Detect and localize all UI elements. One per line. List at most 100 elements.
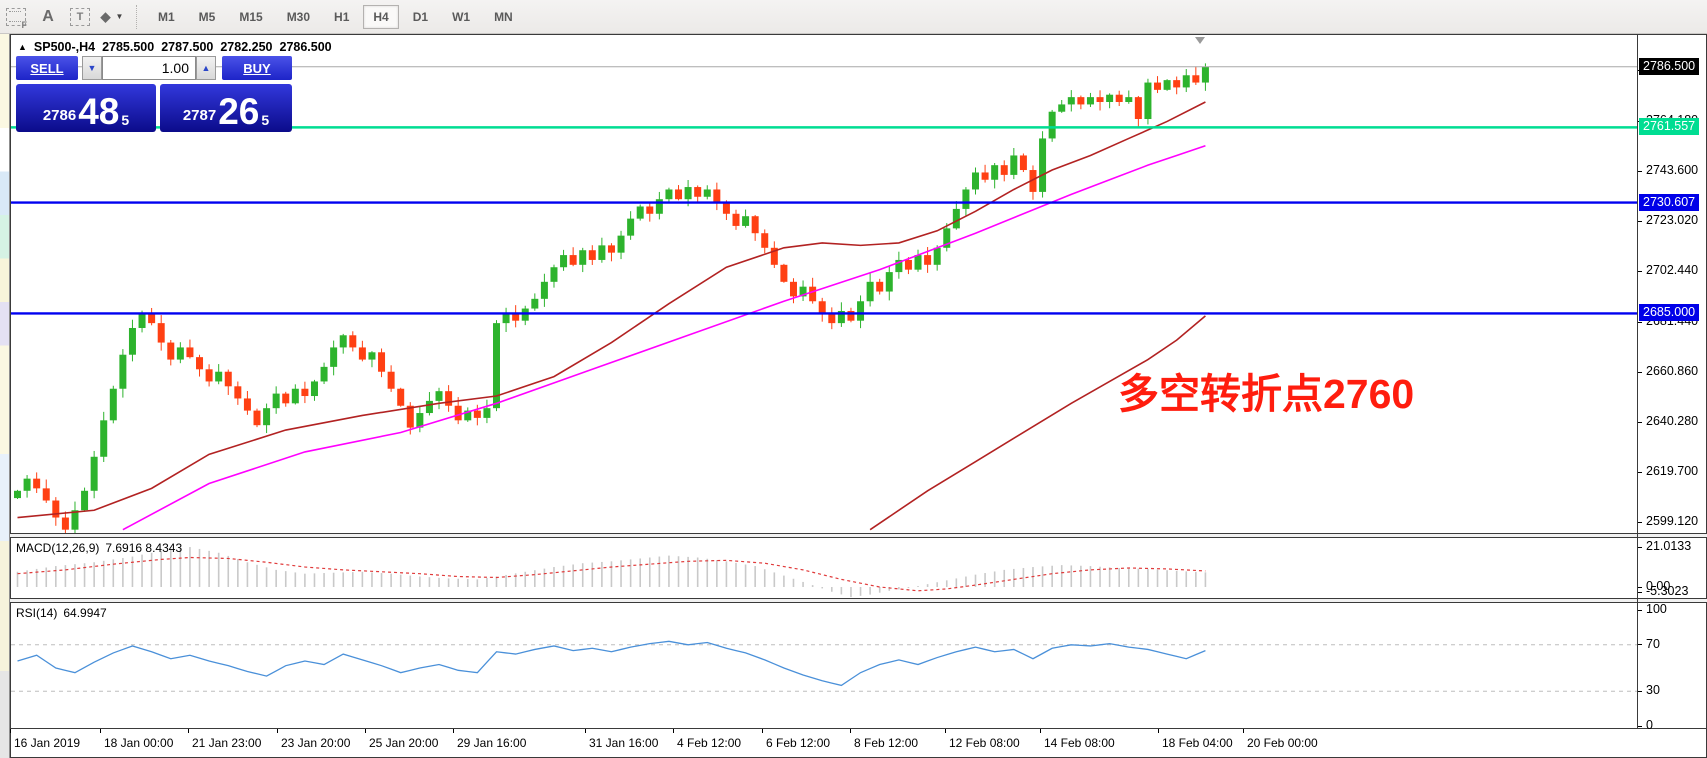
macd-indicator-panel[interactable] [11, 537, 1637, 598]
timeframe-button-m15[interactable]: M15 [229, 5, 272, 29]
time-axis-tick [762, 729, 763, 733]
time-axis-label: 20 Feb 00:00 [1247, 736, 1318, 750]
macd-name: MACD(12,26,9) [16, 541, 99, 555]
rsi-axis-label: 70 [1646, 637, 1660, 651]
timeframe-button-m1[interactable]: M1 [148, 5, 185, 29]
toolbar: F A T ◆ ▼ M1M5M15M30H1H4D1W1MN [0, 0, 1707, 34]
volume-input[interactable] [102, 56, 196, 80]
buy-price-box[interactable]: 2787 26 5 [160, 84, 292, 132]
rsi-axis-tick [1638, 644, 1642, 645]
sell-button[interactable]: SELL [16, 56, 78, 80]
price-axis-tick [1638, 171, 1642, 172]
time-axis-tick [100, 729, 101, 733]
macd-axis-tick [1638, 592, 1642, 593]
price-axis-tick-label: 2723.020 [1646, 213, 1698, 227]
text-box-tool-icon[interactable]: T [68, 5, 92, 29]
symbol-period: SP500-,H4 [34, 40, 95, 54]
quote-high: 2787.500 [161, 40, 213, 54]
macd-axis-tick [1638, 587, 1642, 588]
price-axis-badge: 2685.000 [1639, 304, 1699, 321]
timeframe-button-m5[interactable]: M5 [189, 5, 226, 29]
price-axis-tick [1638, 271, 1642, 272]
price-axis-tick-label: 2660.860 [1646, 364, 1698, 378]
quote-close: 2786.500 [280, 40, 332, 54]
time-axis-tick [10, 729, 11, 733]
buy-price-pip: 5 [261, 112, 269, 128]
time-axis-label: 12 Feb 08:00 [949, 736, 1020, 750]
fibo-grid-tool-icon[interactable]: F [4, 5, 28, 29]
price-axis-tick [1638, 472, 1642, 473]
price-axis-tick-label: 2619.700 [1646, 464, 1698, 478]
macd-axis-label: 21.0133 [1646, 539, 1691, 553]
sell-button-label: SELL [30, 61, 63, 76]
chart-shift-marker-icon [1195, 37, 1205, 44]
price-axis-tick [1638, 422, 1642, 423]
shapes-tool-icon[interactable]: ◆ ▼ [100, 5, 124, 29]
timeframe-button-w1[interactable]: W1 [442, 5, 480, 29]
price-axis-border [1637, 35, 1638, 728]
sell-price-pip: 5 [121, 112, 129, 128]
rsi-levels [11, 645, 1637, 691]
price-axis-badge: 2730.607 [1639, 194, 1699, 211]
diamond-icon: ◆ [101, 9, 111, 25]
time-axis-label: 4 Feb 12:00 [677, 736, 741, 750]
timeframe-group: M1M5M15M30H1H4D1W1MN [146, 5, 525, 29]
timeframe-button-h1[interactable]: H1 [324, 5, 359, 29]
volume-decrease-button[interactable]: ▼ [82, 56, 102, 80]
sell-price-prefix: 2786 [43, 107, 76, 124]
rsi-axis-label: 100 [1646, 602, 1667, 616]
toolbar-separator [136, 5, 138, 29]
price-axis-tick-label: 2702.440 [1646, 263, 1698, 277]
dropdown-caret-icon[interactable]: ▼ [116, 12, 124, 21]
ma-long-line [870, 316, 1205, 530]
timeframe-button-h4[interactable]: H4 [363, 5, 398, 29]
background-window-sliver [0, 34, 10, 758]
time-axis-label: 16 Jan 2019 [14, 736, 80, 750]
rsi-label: RSI(14) 64.9947 [16, 606, 107, 620]
time-axis-label: 21 Jan 23:00 [192, 736, 261, 750]
time-axis-tick [453, 729, 454, 733]
volume-increase-button[interactable]: ▲ [196, 56, 216, 80]
time-axis-border [11, 728, 1707, 729]
rsi-indicator-panel[interactable] [11, 601, 1637, 728]
timeframe-button-m30[interactable]: M30 [277, 5, 320, 29]
rsi-axis-tick [1638, 691, 1642, 692]
time-axis-tick [1040, 729, 1041, 733]
chart-header: ▲ SP500-,H4 2785.500 2787.500 2782.250 2… [18, 40, 332, 54]
time-axis-label: 25 Jan 20:00 [369, 736, 438, 750]
rsi-axis-label: 0 [1646, 718, 1653, 732]
price-axis-tick [1638, 221, 1642, 222]
time-axis-label: 31 Jan 16:00 [589, 736, 658, 750]
price-axis-tick-label: 2599.120 [1646, 514, 1698, 528]
price-axis-badge: 2786.500 [1639, 58, 1699, 75]
rsi-value: 64.9947 [63, 606, 106, 620]
time-axis-label: 14 Feb 08:00 [1044, 736, 1115, 750]
ma-fast-line [18, 102, 1206, 518]
text-tool-label: A [42, 8, 54, 26]
price-axis-tick [1638, 322, 1642, 323]
fibo-grid-glyph: F [6, 8, 26, 26]
buy-price-big: 26 [218, 95, 259, 128]
timeframe-button-d1[interactable]: D1 [403, 5, 438, 29]
time-axis-label: 8 Feb 12:00 [854, 736, 918, 750]
scroll-marker [1195, 37, 1205, 44]
rsi-axis-tick [1638, 726, 1642, 727]
time-axis-label: 29 Jan 16:00 [457, 736, 526, 750]
time-axis-label: 18 Jan 00:00 [104, 736, 173, 750]
macd-label: MACD(12,26,9) 7.6916 8.4343 [16, 541, 182, 555]
macd-histogram [18, 547, 1206, 597]
buy-price-prefix: 2787 [183, 107, 216, 124]
time-axis-tick [850, 729, 851, 733]
fibo-grid-label: F [22, 20, 28, 30]
time-axis-label: 6 Feb 12:00 [766, 736, 830, 750]
time-axis-tick [945, 729, 946, 733]
timeframe-button-mn[interactable]: MN [484, 5, 523, 29]
candlesticks-layer [14, 63, 1209, 533]
time-axis-tick [188, 729, 189, 733]
grid-lines [9, 11, 21, 22]
text-tool-icon[interactable]: A [36, 5, 60, 29]
symbol-marker-icon: ▲ [18, 42, 27, 52]
buy-button[interactable]: BUY [222, 56, 292, 80]
macd-axis-label: -5.3023 [1646, 584, 1688, 598]
sell-price-box[interactable]: 2786 48 5 [16, 84, 156, 132]
